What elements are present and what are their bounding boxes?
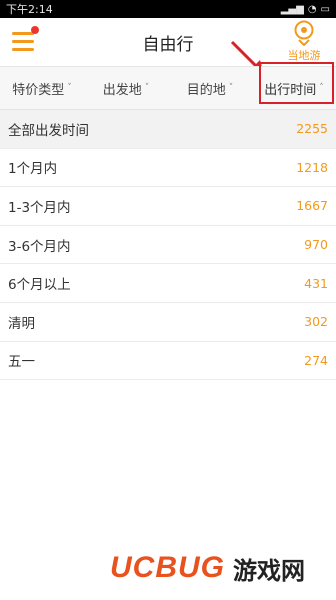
chevron-down-icon: ˅ (67, 83, 72, 93)
list-item-count: 274 (304, 352, 328, 368)
notification-dot (31, 26, 39, 34)
list-item[interactable]: 6个月以上 431 (0, 264, 336, 303)
list-item-count: 431 (304, 275, 328, 291)
filter-tab-label: 目的地 (186, 82, 226, 98)
menu-button[interactable] (12, 26, 39, 52)
filter-tab-destination[interactable]: 目的地 ˅ (168, 79, 252, 98)
list-item-label: 3-6个月内 (8, 238, 71, 255)
status-icons: ▂▄▆ ◔ ▭ (281, 4, 330, 15)
signal-icon: ▂▄▆ (280, 3, 304, 15)
list-item-count: 302 (304, 314, 328, 330)
list-item-label: 五一 (8, 354, 35, 371)
page-title: 自由行 (142, 34, 194, 55)
list-item[interactable]: 全部出发时间 2255 (0, 110, 336, 149)
list-item-label: 全部出发时间 (8, 122, 89, 139)
list-item-count: 1218 (296, 159, 328, 175)
list-item[interactable]: 五一 274 (0, 342, 336, 381)
status-time: 下午2:14 (6, 3, 53, 16)
menu-icon (12, 32, 34, 35)
travel-time-list: 全部出发时间 2255 1个月内 1218 1-3个月内 1667 3-6个月内… (0, 110, 336, 381)
local-tour-button[interactable]: 当地游 (282, 20, 326, 63)
status-bar: 下午2:14 ▂▄▆ ◔ ▭ (0, 0, 336, 18)
filter-tab-label: 特价类型 (12, 82, 65, 98)
filter-tab-label: 出发地 (102, 82, 142, 98)
menu-icon-line (12, 40, 34, 43)
watermark: UCBUG 游戏网 (110, 540, 336, 596)
watermark-text: 游戏网 (233, 556, 305, 585)
location-pin-icon (294, 20, 314, 46)
chevron-down-icon: ˅ (228, 83, 234, 93)
wifi-icon: ◔ (307, 3, 317, 15)
watermark-logo: UCBUG (110, 551, 225, 584)
list-item-label: 1个月内 (8, 161, 58, 178)
battery-icon: ▭ (320, 3, 330, 15)
list-item[interactable]: 清明 302 (0, 303, 336, 342)
list-item-count: 1667 (296, 198, 328, 214)
list-item-label: 1-3个月内 (8, 199, 71, 216)
annotation-highlight-box (259, 62, 334, 104)
list-item[interactable]: 3-6个月内 970 (0, 226, 336, 265)
list-item-count: 970 (304, 237, 328, 253)
list-item[interactable]: 1-3个月内 1667 (0, 187, 336, 226)
local-tour-label: 当地游 (287, 49, 321, 62)
list-item-count: 2255 (296, 121, 328, 137)
list-item-label: 清明 (8, 315, 35, 332)
list-item-label: 6个月以上 (8, 277, 71, 294)
chevron-down-icon: ˅ (144, 83, 150, 93)
menu-icon-line (12, 48, 34, 51)
filter-tab-departure[interactable]: 出发地 ˅ (84, 79, 168, 98)
filter-tab-type[interactable]: 特价类型 ˅ (0, 79, 84, 98)
app-bar: 自由行 当地游 (0, 18, 336, 74)
list-item[interactable]: 1个月内 1218 (0, 149, 336, 188)
